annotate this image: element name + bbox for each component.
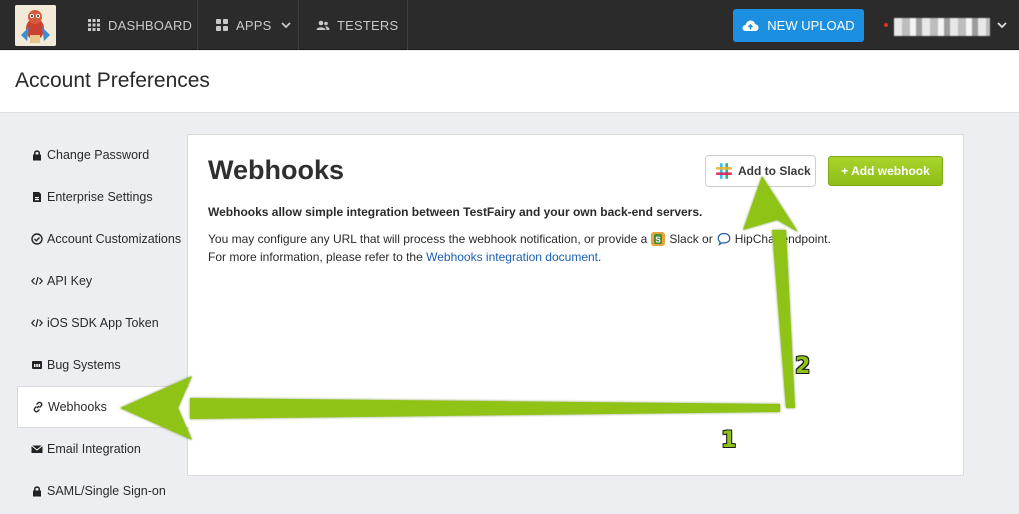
lock-icon [33, 150, 41, 161]
sidebar-item-label: API Key [47, 274, 93, 288]
webhooks-docs-text: For more information, please refer to th… [208, 250, 601, 264]
webhooks-description: Webhooks allow simple integration betwee… [208, 205, 703, 219]
nav-testers[interactable]: TESTERS [316, 0, 398, 50]
add-webhook-button[interactable]: + Add webhook [828, 156, 943, 186]
sidebar-item-label: iOS SDK App Token [47, 316, 159, 330]
new-upload-label: NEW UPLOAD [767, 18, 855, 33]
lock-icon [33, 486, 41, 497]
docs-text-suffix: . [598, 250, 602, 264]
apps-icon [216, 19, 228, 31]
config-text-prefix: You may configure any URL that will proc… [208, 232, 648, 246]
top-navbar: DASHBOARD APPS TESTERS NEW UPLOAD [0, 0, 1019, 50]
add-to-slack-button[interactable]: Add to Slack [705, 155, 816, 187]
sidebar-item-label: Account Customizations [47, 232, 182, 246]
annotation-number-1: 1 [721, 428, 737, 453]
webhooks-docs-link[interactable]: Webhooks integration document [426, 250, 598, 264]
chevron-down-icon [997, 22, 1007, 29]
slack-app-icon: S [651, 232, 666, 246]
nav-testers-label: TESTERS [337, 17, 399, 33]
sidebar-item-label: Change Password [47, 148, 150, 162]
nav-apps-label: APPS [236, 17, 272, 33]
chevron-down-icon [281, 22, 292, 29]
sidebar-item-api-key[interactable]: API Key [17, 260, 187, 302]
check-circle-icon [31, 233, 43, 245]
nav-divider [407, 0, 408, 50]
sidebar-item-label: Bug Systems [47, 358, 121, 372]
nav-divider [197, 0, 198, 50]
sidebar-item-webhooks[interactable]: Webhooks [17, 386, 189, 428]
sidebar-item-ios-sdk-app-token[interactable]: iOS SDK App Token [17, 302, 187, 344]
webhooks-config-text: You may configure any URL that will proc… [208, 232, 831, 246]
notification-dot [884, 23, 888, 27]
add-webhook-label: + Add webhook [841, 164, 930, 178]
code-icon [31, 318, 43, 328]
hipchat-icon [717, 232, 731, 246]
sidebar-item-saml-sso[interactable]: SAML/Single Sign-on [17, 470, 187, 512]
cloud-upload-icon [742, 20, 759, 31]
app-logo[interactable] [15, 5, 56, 46]
link-icon [33, 401, 43, 413]
building-icon [33, 192, 41, 202]
page-title: Account Preferences [15, 69, 210, 92]
config-text-hipchat: HipChat endpoint. [734, 232, 831, 246]
panel-title: Webhooks [208, 155, 345, 185]
people-icon [316, 20, 330, 30]
sidebar-item-account-customizations[interactable]: Account Customizations [17, 218, 187, 260]
sidebar-item-label: SAML/Single Sign-on [47, 484, 166, 498]
sidebar-item-email-integration[interactable]: Email Integration [17, 428, 187, 470]
code-icon [31, 276, 43, 286]
docs-text-prefix: For more information, please refer to th… [208, 250, 423, 264]
nav-divider [298, 0, 299, 50]
nav-apps[interactable]: APPS [215, 0, 292, 50]
annotation-number-2: 2 [795, 354, 811, 379]
sidebar-item-label: Email Integration [47, 442, 141, 456]
page-header: Account Preferences [0, 51, 1019, 113]
nav-dashboard-label: DASHBOARD [108, 17, 193, 33]
sidebar-item-label: Enterprise Settings [47, 190, 153, 204]
new-upload-button[interactable]: NEW UPLOAD [733, 9, 864, 42]
webhooks-panel: Webhooks Add to Slack + Add webhook Webh… [187, 134, 964, 476]
svg-text:S: S [656, 235, 662, 244]
user-menu[interactable] [872, 0, 1019, 50]
sidebar-item-enterprise-settings[interactable]: Enterprise Settings [17, 176, 187, 218]
bug-icon [32, 361, 42, 369]
nav-dashboard[interactable]: DASHBOARD [87, 0, 192, 50]
user-name-redacted [894, 18, 990, 36]
sidebar-item-change-password[interactable]: Change Password [17, 134, 187, 176]
config-text-slack: Slack or [669, 232, 713, 246]
grid-icon [88, 19, 100, 31]
sidebar-item-label: Webhooks [48, 400, 107, 414]
add-to-slack-label: Add to Slack [738, 164, 811, 178]
envelope-icon [31, 445, 43, 453]
sidebar-item-bug-systems[interactable]: Bug Systems [17, 344, 187, 386]
slack-icon [716, 163, 732, 179]
